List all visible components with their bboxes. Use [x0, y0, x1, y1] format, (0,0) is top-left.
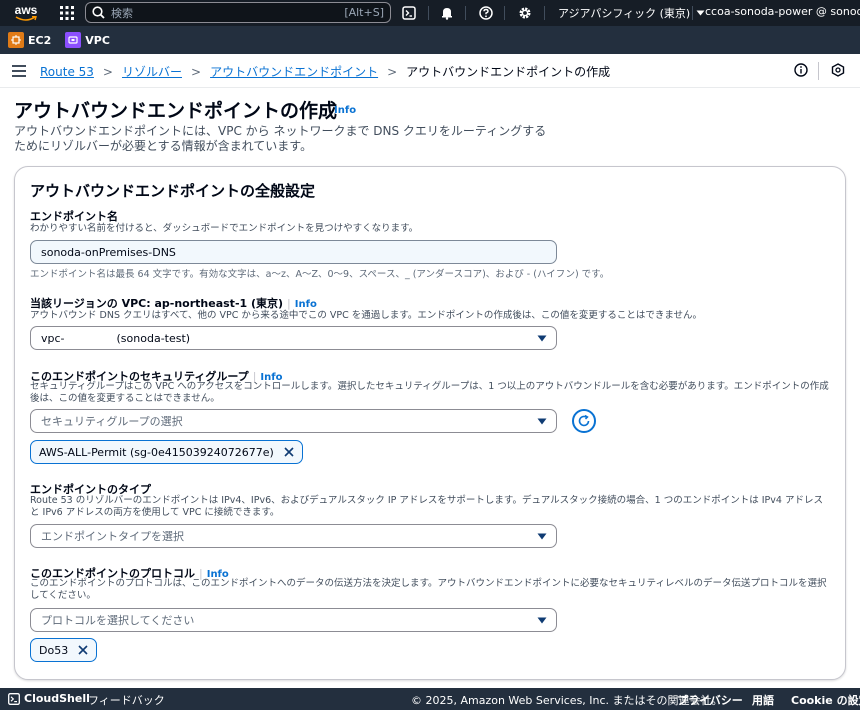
- services-grid-icon[interactable]: [56, 2, 78, 24]
- endpoint-type-select[interactable]: エンドポイントタイプを選択: [30, 524, 557, 548]
- favorites-bar: EC2 VPC: [0, 26, 860, 54]
- security-group-select[interactable]: セキュリティグループの選択: [30, 409, 557, 433]
- nav-divider: [692, 6, 693, 20]
- chevron-right-icon: >: [387, 64, 398, 79]
- endpoint-name-description: わかりやすい名前を付けると、ダッシュボードでエンドポイントを見つけやすくなります…: [30, 223, 419, 234]
- remove-token-icon[interactable]: [284, 447, 294, 457]
- terms-link[interactable]: 用語: [752, 692, 774, 708]
- vpc-description: アウトバウンド DNS クエリはすべて、他の VPC から来る途中でこの VPC…: [30, 310, 703, 321]
- container-title: アウトバウンドエンドポイントの全般設定: [30, 182, 316, 200]
- vpc-select[interactable]: vpc- (sonoda-test): [30, 326, 557, 350]
- caret-down-icon: [537, 617, 547, 624]
- vpc-info-link[interactable]: Info: [295, 299, 317, 310]
- breadcrumb-outbound-endpoints[interactable]: アウトバウンドエンドポイント: [210, 63, 378, 80]
- nav-divider: [428, 6, 429, 20]
- copyright-text: © 2025, Amazon Web Services, Inc. またはその関…: [411, 694, 723, 707]
- header-info-link[interactable]: Info: [334, 105, 356, 116]
- bell-icon[interactable]: [438, 4, 456, 22]
- cloudshell-button[interactable]: CloudShell: [8, 692, 90, 705]
- favorite-ec2[interactable]: EC2: [8, 32, 51, 48]
- security-shield-icon[interactable]: [831, 63, 847, 79]
- aws-logo[interactable]: aws: [6, 0, 46, 26]
- chevron-right-icon: >: [102, 64, 113, 79]
- search-icon: [92, 6, 105, 19]
- breadcrumb-current: アウトバウンドエンドポイントの作成: [406, 65, 611, 79]
- protocol-description: このエンドポイントのプロトコルは、このエンドポイントへのデータの伝送方法を決定し…: [30, 578, 827, 601]
- refresh-button[interactable]: [572, 409, 596, 433]
- favorite-vpc[interactable]: VPC: [65, 32, 110, 48]
- endpoint-name-label: エンドポイント名: [30, 210, 118, 223]
- vpc-service-icon: [65, 32, 82, 48]
- top-navigation: aws 検索 [Alt+S] アジアパシフィック (東京) ccoa-sonod…: [0, 0, 860, 26]
- remove-token-icon[interactable]: [78, 645, 88, 655]
- terminal-icon: [8, 692, 20, 705]
- info-panel-icon[interactable]: [794, 63, 810, 79]
- smile-arrow-icon: [15, 15, 37, 21]
- page-description: アウトバウンドエンドポイントには、VPC から ネットワークまで DNS クエリ…: [14, 124, 547, 153]
- breadcrumb-resolver[interactable]: リゾルバー: [122, 63, 182, 80]
- search-placeholder: 検索: [111, 6, 133, 20]
- region-selector[interactable]: アジアパシフィック (東京): [558, 5, 705, 21]
- caret-down-icon: [696, 10, 705, 16]
- privacy-link[interactable]: プライバシー: [677, 692, 743, 708]
- search-shortcut: [Alt+S]: [344, 6, 384, 19]
- endpoint-type-description: Route 53 のリゾルバーのエンドポイントは IPv4、IPv6、およびデュ…: [30, 495, 823, 518]
- ec2-service-icon: [8, 32, 24, 48]
- menu-icon[interactable]: [12, 65, 26, 80]
- page-title: アウトバウンドエンドポイントの作成: [14, 100, 338, 122]
- protocol-token: Do53: [30, 638, 98, 662]
- vpc-label: 当該リージョンの VPC: ap-northeast-1 (東京) | Info: [30, 297, 317, 310]
- footer-bar: CloudShell フィードバック © 2025, Amazon Web Se…: [0, 688, 860, 710]
- cloudshell-icon[interactable]: [400, 4, 418, 22]
- endpoint-name-constraint: エンドポイント名は最長 64 文字です。有効な文字は、a～z、A～Z、0～9、ス…: [30, 269, 610, 280]
- breadcrumb-route53[interactable]: Route 53: [40, 65, 94, 79]
- protocol-select[interactable]: プロトコルを選択してください: [30, 608, 557, 632]
- endpoint-name-input[interactable]: sonoda-onPremises-DNS: [30, 240, 557, 264]
- caret-down-icon: [537, 533, 547, 540]
- security-group-token: AWS-ALL-Permit (sg-0e41503924072677e): [30, 440, 303, 464]
- refresh-icon: [578, 414, 590, 427]
- caret-down-icon: [537, 335, 547, 342]
- gear-icon[interactable]: [516, 4, 534, 22]
- search-input[interactable]: 検索 [Alt+S]: [85, 2, 391, 23]
- chevron-right-icon: >: [191, 64, 202, 79]
- breadcrumb-divider: [818, 62, 819, 80]
- breadcrumb: Route 53 > リゾルバー > アウトバウンドエンドポイント > アウトバ…: [40, 63, 610, 80]
- security-group-description: セキュリティグループはこの VPC へのアクセスをコントロールします。選択したセ…: [30, 381, 829, 404]
- nav-divider: [504, 6, 505, 20]
- nav-divider: [544, 6, 545, 20]
- help-icon[interactable]: [477, 4, 495, 22]
- caret-down-icon: [537, 418, 547, 425]
- cookie-settings-link[interactable]: Cookie の設定: [791, 692, 860, 708]
- feedback-link[interactable]: フィードバック: [88, 692, 165, 708]
- nav-divider: [465, 6, 466, 20]
- account-menu[interactable]: ccoa-sonoda-power @ sonoda: [705, 5, 860, 18]
